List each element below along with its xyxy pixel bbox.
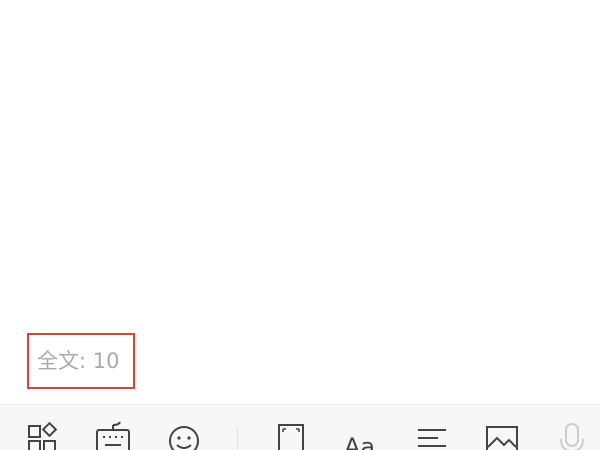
font-format-icon[interactable]: Aa [342,421,382,450]
screen: 全文: 10 Aa [0,0,600,450]
emoji-icon[interactable] [164,421,204,450]
voice-mic-icon[interactable] [552,421,592,450]
word-count-label: 全文: 10 [37,349,120,373]
svg-text:Aa: Aa [344,433,375,450]
keyboard-icon[interactable] [93,421,133,450]
apps-grid-icon[interactable] [24,421,64,450]
fullscreen-icon[interactable] [271,421,311,450]
toolbar-separator [237,427,238,450]
paragraph-align-icon[interactable] [412,421,452,450]
image-icon[interactable] [482,421,522,450]
editor-toolbar: Aa [0,404,600,450]
